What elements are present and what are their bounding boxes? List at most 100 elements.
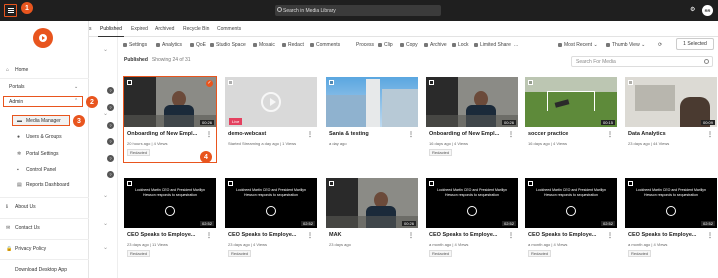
media-thumbnail[interactable]: Lockheed Martin CEO and President Marill… <box>225 178 317 228</box>
media-card[interactable]: 00:09 Data Analytics ⋮ 23 days ago | 44 Vie… <box>625 77 717 162</box>
chevron-up-icon[interactable]: ⌃ <box>74 98 78 104</box>
media-card[interactable]: 00:26 Onboarding of New Empl... ⋮ 16 days a… <box>426 77 518 162</box>
more-options-icon[interactable]: ⋮ <box>307 232 313 239</box>
chevron-down-icon[interactable]: ⌄ <box>103 244 108 251</box>
tab-expired[interactable]: Expired <box>131 26 148 32</box>
more-options-icon[interactable]: ⋮ <box>408 131 414 138</box>
clip-button[interactable]: Clip <box>378 42 393 48</box>
tab-published[interactable]: Published <box>98 26 124 37</box>
more-options-icon[interactable]: ⋮ <box>707 131 713 138</box>
media-card[interactable]: 00:15 soccer practice ⋮ 16 days ago | 4 Vie… <box>525 77 617 162</box>
select-checkbox[interactable] <box>429 80 434 85</box>
chevron-down-icon[interactable]: ⌄ <box>103 192 108 199</box>
media-card[interactable]: Sania & testing ⋮ a day ago <box>326 77 418 162</box>
media-card[interactable]: Lockheed Martin CEO and President Marill… <box>525 178 617 263</box>
more-button[interactable]: ... <box>514 42 518 48</box>
archive-button[interactable]: Archive <box>424 42 447 48</box>
select-checkbox[interactable] <box>628 80 633 85</box>
mosaic-button[interactable]: Mosaic <box>253 42 275 48</box>
copy-button[interactable]: Copy <box>400 42 418 48</box>
help-icon[interactable]: ? <box>107 138 114 145</box>
sidebar-item-reports-dashboard[interactable]: ▤ Reports Dashboard <box>17 182 69 188</box>
media-title[interactable]: Data Analytics <box>628 131 706 137</box>
settings-icon[interactable]: ⚙ <box>690 6 695 13</box>
media-thumbnail[interactable]: 00:15 <box>525 77 617 127</box>
media-card[interactable]: ✓ 00:26 Onboarding of New Empl... ⋮ 20 hours… <box>123 76 217 163</box>
more-options-icon[interactable]: ⋮ <box>307 131 313 138</box>
media-card[interactable]: Lockheed Martin CEO and President Marill… <box>426 178 518 263</box>
media-card[interactable]: Live demo-webcast ⋮ Started Streaming a day… <box>225 77 317 162</box>
chevron-down-icon[interactable]: ⌄ <box>103 220 108 227</box>
download-desktop-app-link[interactable]: Download Desktop App <box>15 267 67 273</box>
media-card[interactable]: Lockheed Martin CEO and President Marill… <box>225 178 317 263</box>
media-library-search[interactable]: Search in Media Library <box>275 5 441 16</box>
media-title[interactable]: CEO Speaks to Employe... <box>628 232 706 238</box>
media-title[interactable]: CEO Speaks to Employe... <box>528 232 606 238</box>
media-title[interactable]: Onboarding of New Empl... <box>429 131 507 137</box>
refresh-icon[interactable]: ⟳ <box>658 42 662 48</box>
process-button[interactable]: Process <box>356 42 374 48</box>
more-options-icon[interactable]: ⋮ <box>607 232 613 239</box>
more-options-icon[interactable]: ⋮ <box>206 131 212 138</box>
sidebar-item-contact-us[interactable]: ✉ Contact Us <box>6 225 40 231</box>
media-thumbnail[interactable]: ✓ 00:26 <box>124 77 216 127</box>
media-thumbnail[interactable] <box>326 77 418 127</box>
sidebar-item-portals[interactable]: Portals <box>9 84 25 90</box>
media-card[interactable]: Lockheed Martin CEO and President Marill… <box>625 178 717 263</box>
media-title[interactable]: CEO Speaks to Employe... <box>228 232 306 238</box>
select-checkbox[interactable] <box>127 80 132 85</box>
select-checkbox[interactable] <box>429 181 434 186</box>
more-options-icon[interactable]: ⋮ <box>607 131 613 138</box>
select-checkbox[interactable] <box>228 181 233 186</box>
limited-share-button[interactable]: Limited Share <box>474 42 511 48</box>
sidebar-item-portal-settings[interactable]: ✲ Portal Settings <box>17 151 59 157</box>
avatar[interactable]: RR <box>702 5 713 16</box>
media-title[interactable]: CEO Speaks to Employe... <box>429 232 507 238</box>
more-options-icon[interactable]: ⋮ <box>508 131 514 138</box>
check-icon[interactable]: ✓ <box>206 80 213 87</box>
comments-button[interactable]: Comments <box>310 42 340 48</box>
media-thumbnail[interactable]: Lockheed Martin CEO and President Marill… <box>525 178 617 228</box>
select-checkbox[interactable] <box>228 80 233 85</box>
tab-partial[interactable]: s <box>89 26 92 32</box>
help-icon[interactable]: ? <box>107 155 114 162</box>
media-title[interactable]: MAK <box>329 232 407 238</box>
media-thumbnail[interactable]: Lockheed Martin CEO and President Marill… <box>426 178 518 228</box>
studio-space-button[interactable]: Studio Space <box>210 42 246 48</box>
chevron-down-icon[interactable]: ⌄ <box>74 84 78 90</box>
media-card[interactable]: Lockheed Martin CEO and President Marill… <box>124 178 216 263</box>
media-thumbnail[interactable]: 00:09 <box>625 77 717 127</box>
chevron-down-icon[interactable]: ⌄ <box>103 46 108 53</box>
media-title[interactable]: demo-webcast <box>228 131 306 137</box>
select-checkbox[interactable] <box>528 80 533 85</box>
sidebar-item-control-panel[interactable]: ▪ Control Panel <box>17 167 56 173</box>
settings-button[interactable]: Settings <box>123 42 147 48</box>
analytics-button[interactable]: Analytics <box>156 42 182 48</box>
tab-comments[interactable]: Comments <box>217 26 241 32</box>
redact-button[interactable]: Redact <box>282 42 304 48</box>
view-dropdown[interactable]: Thumb View ⌄ <box>606 42 645 48</box>
selected-count-button[interactable]: 1 Selected <box>676 38 714 50</box>
search-media-input[interactable]: Search For Media <box>571 56 713 67</box>
qoe-button[interactable]: QoE <box>190 42 206 48</box>
help-icon[interactable]: ? <box>107 87 114 94</box>
sidebar-item-media-manager[interactable]: ▬ Media Manager <box>17 118 61 124</box>
media-thumbnail[interactable]: Lockheed Martin CEO and President Marill… <box>124 178 216 228</box>
help-icon[interactable]: ? <box>107 122 114 129</box>
sidebar-item-users-groups[interactable]: ● Users & Groups <box>17 134 62 140</box>
hamburger-menu-button[interactable] <box>4 4 17 17</box>
select-checkbox[interactable] <box>127 181 132 186</box>
media-thumbnail[interactable]: Lockheed Martin CEO and President Marill… <box>625 178 717 228</box>
media-title[interactable]: Sania & testing <box>329 131 407 137</box>
media-card[interactable]: 00:26 MAK ⋮ 23 days ago <box>326 178 418 263</box>
sidebar-item-home[interactable]: ⌂ Home <box>6 67 28 73</box>
sidebar-item-privacy-policy[interactable]: 🔒 Privacy Policy <box>6 246 46 252</box>
sort-dropdown[interactable]: Most Recent ⌄ <box>558 42 598 48</box>
media-thumbnail[interactable]: 00:26 <box>426 77 518 127</box>
media-title[interactable]: CEO Speaks to Employe... <box>127 232 205 238</box>
sidebar-item-about-us[interactable]: ℹ About Us <box>6 204 36 210</box>
select-checkbox[interactable] <box>628 181 633 186</box>
sidebar-item-admin[interactable]: Admin <box>9 99 23 105</box>
more-options-icon[interactable]: ⋮ <box>408 232 414 239</box>
more-options-icon[interactable]: ⋮ <box>707 232 713 239</box>
